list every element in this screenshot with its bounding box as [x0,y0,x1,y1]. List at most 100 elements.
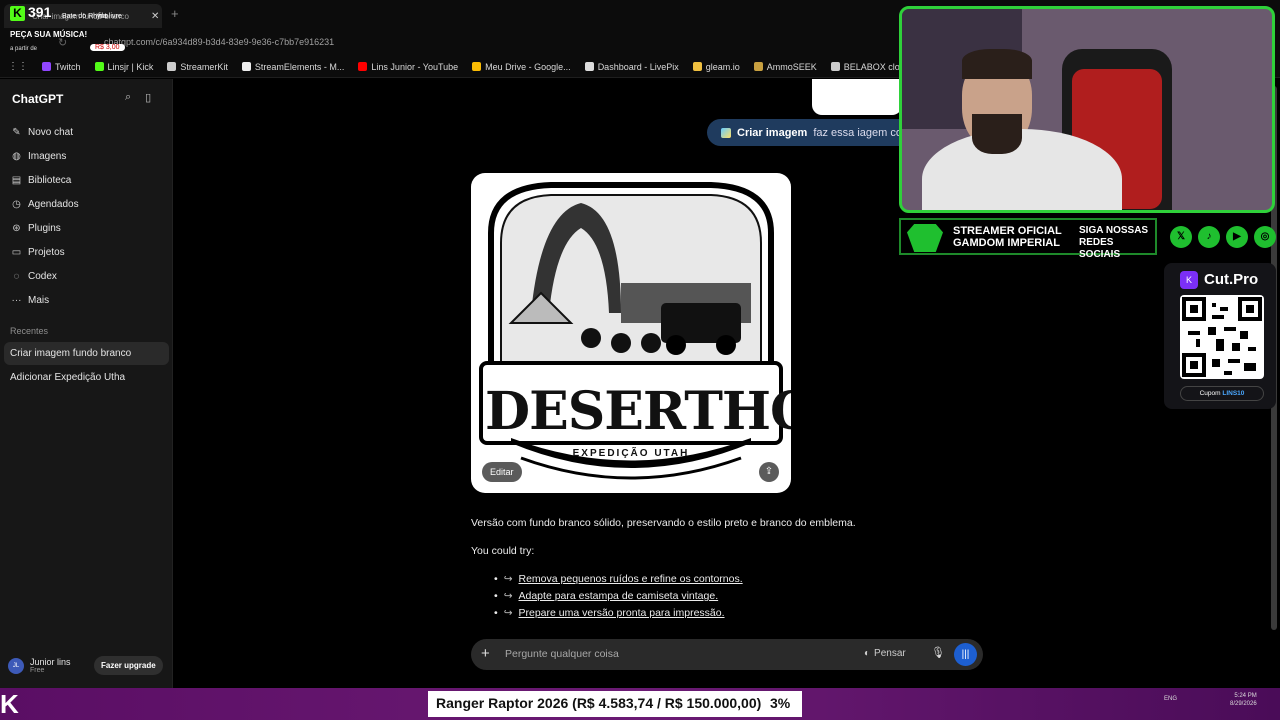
previous-image[interactable] [812,79,902,115]
brand-title[interactable]: ChatGPT [12,92,63,106]
sidebar-item-mais[interactable]: ··· Mais [0,289,173,311]
sponsor-banner: STREAMER OFICIAL GAMDOM IMPERIAL SIGA NOS… [899,218,1157,260]
sidebar-item-projetos[interactable]: ▭ Projetos [0,241,173,263]
coupon-badge: Cupom LINS10 [1180,386,1264,401]
bookmark-item[interactable]: Dashboard - LivePix [584,62,679,72]
image-subtitle-text: EXPEDIÇÃO UTAH [572,448,690,459]
sidebar-item-label: Agendados [28,198,79,210]
lightbulb-icon: ◐ [864,648,871,659]
bullet-icon: • [494,607,498,619]
bookmark-item[interactable]: Twitch [42,62,81,72]
sidebar-nav-icon: ◌ [13,270,20,282]
goal-percent: 3% [770,695,791,711]
bookmark-favicon-icon [753,62,763,71]
sidebar-nav-icon: ▤ [11,174,22,186]
language-indicator: ENG [1164,696,1178,702]
price-badge: R$ 3,00 [90,44,125,51]
search-icon[interactable]: ⌕ [125,91,131,104]
suggestion-item[interactable]: • ↪ Adapte para estampa de camiseta vintag… [494,590,718,602]
social-icons: 𝕏 ♪ ▶ ◎ [1170,226,1276,248]
bookmark-favicon-icon [692,62,702,71]
bullet-icon: • [494,590,498,602]
webcam-feed [899,6,1275,213]
bookmark-item[interactable]: Lins Junior - YouTube [358,62,458,72]
sidebar-toggle-icon[interactable]: ▯ [145,91,151,104]
voice-mode-button[interactable]: ||| [954,643,977,666]
bookmark-favicon-icon [94,62,104,71]
bookmark-item[interactable]: AmmoSEEK [753,62,817,72]
sidebar-item-agendados[interactable]: ◷ Agendados [0,193,173,215]
taskbar-clock: 5:24 PM 8/29/2026 [1230,693,1257,707]
kick-logo-icon: K [0,689,19,719]
attach-plus-icon[interactable]: + [481,645,490,662]
sidebar-item-label: Novo chat [28,126,74,138]
new-tab-icon[interactable]: + [171,6,179,21]
upgrade-button[interactable]: Fazer upgrade [94,656,163,675]
avatar: JL [8,657,24,674]
tiktok-icon: ♪ [1198,226,1220,248]
tool-label: Criar imagem [737,126,808,139]
song-request-title: PEÇA SUA MÚSICA! [10,30,88,39]
could-try-label: You could try: [471,545,535,557]
sidebar-item-imagens[interactable]: ◍ Imagens [0,145,173,167]
user-message-bubble: Criar imagem faz essa iagem com [707,119,926,146]
youtube-icon: ▶ [1226,226,1248,248]
sidebar-item-codex[interactable]: ◌ Codex [0,265,173,287]
goal-text: Ranger Raptor 2026 (R$ 4.583,74 / R$ 150… [436,695,762,711]
cutpro-logo-icon: K [1180,271,1198,289]
close-icon[interactable]: ✕ [151,11,159,22]
recent-chat-item[interactable]: Criar imagem fundo branco [4,342,169,365]
sidebar-item-label: Mais [28,294,50,306]
bookmark-item[interactable]: StreamElements - M... [241,62,344,72]
reply-arrow-icon: ↪ [503,607,513,619]
instagram-icon: ◎ [1254,226,1276,248]
bookmark-favicon-icon [42,62,51,71]
microphone-icon[interactable]: 🎙 [931,646,945,659]
reply-arrow-icon: ↪ [503,590,513,602]
url-text[interactable]: chatgpt.com/c/6a934d89-b3d4-83e9-9e36-c7… [104,37,334,47]
image-title-text: DESERTHON [485,381,791,442]
recent-chat-item[interactable]: Adicionar Expedição Utha [4,366,169,389]
bookmark-favicon-icon [472,62,482,71]
bookmark-item[interactable]: gleam.io [692,62,740,72]
cutpro-sponsor-card: K Cut.Pro Cupom LINS10 [1164,263,1276,409]
queue-label: fila livre [98,13,122,20]
bookmark-item[interactable]: StreamerKit [167,62,228,72]
sidebar-nav-icon: ··· [11,294,22,306]
cutpro-title: Cut.Pro [1204,271,1259,288]
bookmark-favicon-icon [584,62,594,71]
kick-overlay: K 391 Bate do Rhyno fila livre PEÇA SUA … [6,3,136,57]
share-icon[interactable]: ⇪ [759,462,779,482]
suggestion-item[interactable]: • ↪ Prepare uma versão pronta para impress… [494,607,725,619]
x-icon: 𝕏 [1170,226,1192,248]
edit-image-button[interactable]: Editar [482,462,522,482]
composer-placeholder[interactable]: Pergunte qualquer coisa [505,648,619,660]
sidebar-item-novo-chat[interactable]: ✎ Novo chat [0,121,173,143]
sidebar-item-biblioteca[interactable]: ▤ Biblioteca [0,169,173,191]
sidebar-nav-icon: ▭ [11,246,22,258]
sidebar: ChatGPT ⌕ ▯ Recentes Criar imagem fundo … [0,79,173,688]
bookmark-item[interactable]: Meu Drive - Google... [472,62,571,72]
sidebar-item-plugins[interactable]: ⊛ Plugins [0,217,173,239]
qr-code [1180,295,1264,379]
sidebar-item-label: Projetos [28,246,65,258]
apps-icon[interactable]: ⋮⋮ [8,61,28,72]
user-message-text: faz essa iagem com [813,126,912,139]
user-profile[interactable]: JL Junior lins Free [8,657,71,674]
user-name: Junior lins [30,657,71,667]
message-composer[interactable]: + Pergunte qualquer coisa ◐ Pensar 🎙 ||| [471,639,983,670]
sidebar-item-label: Plugins [28,222,61,234]
bookmark-item[interactable]: Linsjr | Kick [94,62,153,72]
bullet-icon: • [494,573,498,585]
bookmark-item[interactable]: BELABOX cloud [830,62,910,72]
sidebar-nav-icon: ⊛ [12,222,21,234]
stream-ticker: K Ranger Raptor 2026 (R$ 4.583,74 / R$ 1… [0,688,1280,720]
think-toggle[interactable]: ◐ Pensar [864,648,906,659]
gamdom-logo-icon [907,224,943,252]
generated-image[interactable]: DESERTHON EXPEDIÇÃO UTAH [471,173,791,493]
viewer-count: 391 [28,4,52,20]
sidebar-item-label: Imagens [28,150,67,162]
goal-box: Ranger Raptor 2026 (R$ 4.583,74 / R$ 150… [428,691,802,717]
suggestion-item[interactable]: • ↪ Remova pequenos ruídos e refine os con… [494,573,743,585]
sidebar-nav-icon: ✎ [12,126,21,138]
